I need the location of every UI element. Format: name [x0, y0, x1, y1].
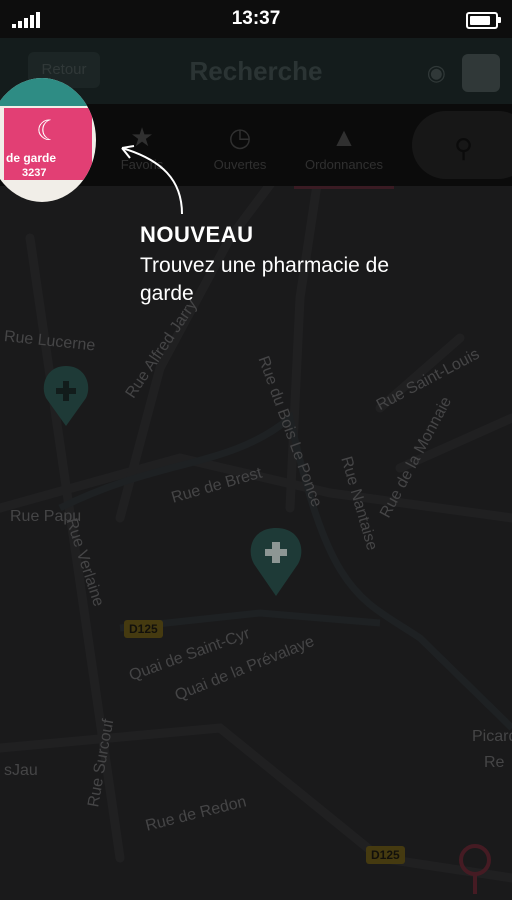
de-garde-number: 3237: [22, 167, 47, 179]
moon-icon: ☾: [36, 115, 62, 146]
street-label: sJau: [4, 762, 38, 779]
tab-label: Ouvertes: [213, 157, 267, 172]
callout-heading: NOUVEAU: [140, 222, 254, 247]
search-button[interactable]: ⚲: [412, 111, 512, 179]
callout-text: Trouvez une pharmacie de garde: [140, 254, 390, 305]
street-label: Picard: [472, 728, 512, 745]
app-screen: 13:37 Rue Alfred Jarry Rue du Bois Le Po…: [0, 0, 512, 900]
callout-arrow-icon: [121, 145, 183, 215]
battery-icon: [466, 12, 501, 29]
tutorial-callout: NOUVEAU Trouvez une pharmacie de garde: [140, 222, 440, 308]
tab-label: Ordonnances: [304, 157, 384, 172]
location-icon[interactable]: ◉: [427, 60, 446, 86]
street-label: Rue Papu: [10, 508, 82, 525]
filter-button[interactable]: [462, 54, 500, 92]
street-label: Re: [484, 754, 505, 771]
road-badge: D125: [124, 620, 163, 638]
search-icon: ⚲: [454, 133, 474, 163]
megaphone-icon: ▲: [331, 122, 357, 152]
tab-ouvertes[interactable]: ◷ Ouvertes: [190, 104, 290, 186]
spotlight-navbar-fragment: [0, 78, 96, 106]
status-bar: 13:37: [0, 0, 512, 38]
de-garde-label: de garde: [6, 151, 57, 165]
clock-icon: ◷: [228, 122, 252, 152]
status-time: 13:37: [231, 8, 281, 29]
road-badge: D125: [366, 846, 405, 864]
tab-ordonnances[interactable]: ▲ Ordonnances: [294, 104, 394, 189]
